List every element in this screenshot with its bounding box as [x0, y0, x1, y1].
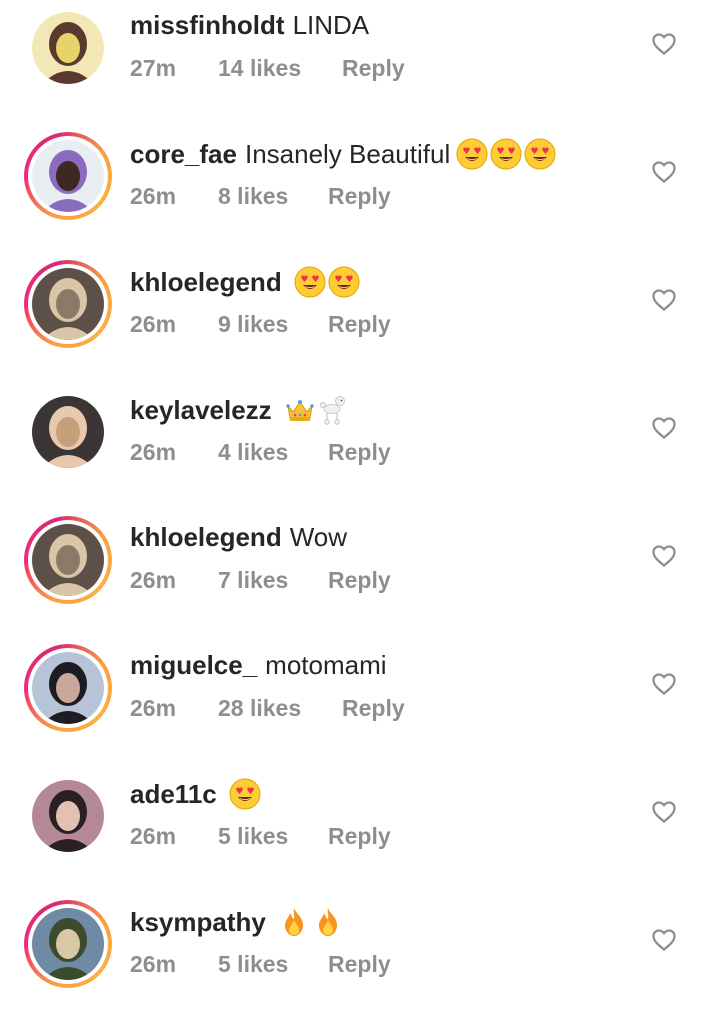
- reply-button[interactable]: Reply: [328, 438, 391, 466]
- comment-item: ksympathy 26m 5 likes Reply: [0, 896, 720, 1024]
- reply-button[interactable]: Reply: [328, 566, 391, 594]
- comment-body: ksympathy: [130, 906, 344, 938]
- comment-emojis: [276, 906, 344, 938]
- reply-button[interactable]: Reply: [328, 310, 391, 338]
- comment-item: miguelce_ motomami 26m 28 likes Reply: [0, 640, 720, 768]
- like-heart-icon[interactable]: [651, 160, 677, 184]
- comment-body: khloelegend Wow: [130, 522, 347, 552]
- comment-item: keylavelezz 26m 4 likes Reply: [0, 384, 720, 512]
- like-heart-icon[interactable]: [651, 544, 677, 568]
- comment-text: motomami: [265, 650, 387, 680]
- comment-timestamp: 26m: [130, 567, 177, 593]
- comment-timestamp: 27m: [130, 55, 177, 81]
- like-heart-icon[interactable]: [651, 32, 677, 56]
- comment-likes-count[interactable]: 14 likes: [218, 54, 342, 82]
- avatar-with-story-ring[interactable]: [24, 516, 112, 604]
- comment-meta: 26m 5 likes Reply: [130, 950, 391, 978]
- comment-username[interactable]: keylavelezz: [130, 395, 272, 425]
- like-heart-icon[interactable]: [651, 928, 677, 952]
- heart-eyes-emoji: [229, 778, 261, 810]
- fire-emoji: [312, 906, 344, 938]
- comment-likes-count[interactable]: 9 likes: [218, 310, 328, 338]
- comment-text: Wow: [289, 522, 348, 552]
- heart-eyes-emoji: [490, 138, 522, 170]
- comment-body: ade11c: [130, 778, 261, 810]
- comment-meta: 26m 7 likes Reply: [130, 566, 391, 594]
- comment-item: khloelegend 26m 9 likes Reply: [0, 256, 720, 384]
- comment-likes-count[interactable]: 8 likes: [218, 182, 328, 210]
- comment-body: khloelegend: [130, 266, 360, 298]
- comment-likes-count[interactable]: 28 likes: [218, 694, 342, 722]
- heart-eyes-emoji: [456, 138, 488, 170]
- comment-timestamp: 26m: [130, 439, 177, 465]
- reply-button[interactable]: Reply: [328, 822, 391, 850]
- heart-eyes-emoji: [294, 266, 326, 298]
- comment-meta: 26m 9 likes Reply: [130, 310, 391, 338]
- comment-username[interactable]: ade11c: [130, 779, 217, 809]
- comment-emojis: [454, 138, 556, 170]
- comment-meta: 26m 8 likes Reply: [130, 182, 391, 210]
- comment-timestamp: 26m: [130, 823, 177, 849]
- comment-item: khloelegend Wow 26m 7 likes Reply: [0, 512, 720, 640]
- comment-item: ade11c 26m 5 likes Reply: [0, 768, 720, 896]
- comment-username[interactable]: missfinholdt: [130, 10, 285, 40]
- heart-eyes-emoji: [328, 266, 360, 298]
- comment-timestamp: 26m: [130, 311, 177, 337]
- comment-emojis: [227, 778, 261, 810]
- poodle-emoji: [318, 394, 350, 426]
- comment-text: Insanely Beautiful: [244, 139, 451, 169]
- heart-eyes-emoji: [524, 138, 556, 170]
- avatar-with-story-ring[interactable]: [24, 132, 112, 220]
- like-heart-icon[interactable]: [651, 800, 677, 824]
- reply-button[interactable]: Reply: [342, 694, 405, 722]
- like-heart-icon[interactable]: [651, 288, 677, 312]
- comment-username[interactable]: khloelegend: [130, 522, 282, 552]
- avatar[interactable]: [24, 4, 112, 92]
- comment-text: LINDA: [292, 10, 370, 40]
- comment-meta: 26m 5 likes Reply: [130, 822, 391, 850]
- comment-username[interactable]: core_fae: [130, 139, 237, 169]
- avatar-with-story-ring[interactable]: [24, 900, 112, 988]
- reply-button[interactable]: Reply: [342, 54, 405, 82]
- comment-timestamp: 26m: [130, 695, 177, 721]
- comment-timestamp: 26m: [130, 951, 177, 977]
- comment-emojis: [282, 394, 350, 426]
- comment-body: keylavelezz: [130, 394, 350, 426]
- comment-body: missfinholdt LINDA: [130, 10, 369, 40]
- like-heart-icon[interactable]: [651, 672, 677, 696]
- comment-meta: 26m 28 likes Reply: [130, 694, 405, 722]
- comment-meta: 26m 4 likes Reply: [130, 438, 391, 466]
- comment-username[interactable]: miguelce_: [130, 650, 257, 680]
- avatar[interactable]: [24, 772, 112, 860]
- comment-likes-count[interactable]: 5 likes: [218, 822, 328, 850]
- comment-likes-count[interactable]: 4 likes: [218, 438, 328, 466]
- comment-meta: 27m 14 likes Reply: [130, 54, 405, 82]
- crown-emoji: [284, 394, 316, 426]
- fire-emoji: [278, 906, 310, 938]
- comment-likes-count[interactable]: 7 likes: [218, 566, 328, 594]
- avatar[interactable]: [24, 388, 112, 476]
- comment-item: missfinholdt LINDA 27m 14 likes Reply: [0, 0, 720, 128]
- comment-item: core_fae Insanely Beautiful 26m 8 likes Repl…: [0, 128, 720, 256]
- comment-body: miguelce_ motomami: [130, 650, 387, 680]
- like-heart-icon[interactable]: [651, 416, 677, 440]
- comment-likes-count[interactable]: 5 likes: [218, 950, 328, 978]
- comment-body: core_fae Insanely Beautiful: [130, 138, 556, 170]
- avatar-with-story-ring[interactable]: [24, 260, 112, 348]
- comment-timestamp: 26m: [130, 183, 177, 209]
- comment-username[interactable]: ksympathy: [130, 907, 266, 937]
- reply-button[interactable]: Reply: [328, 950, 391, 978]
- reply-button[interactable]: Reply: [328, 182, 391, 210]
- comment-username[interactable]: khloelegend: [130, 267, 282, 297]
- avatar-with-story-ring[interactable]: [24, 644, 112, 732]
- comment-emojis: [292, 266, 360, 298]
